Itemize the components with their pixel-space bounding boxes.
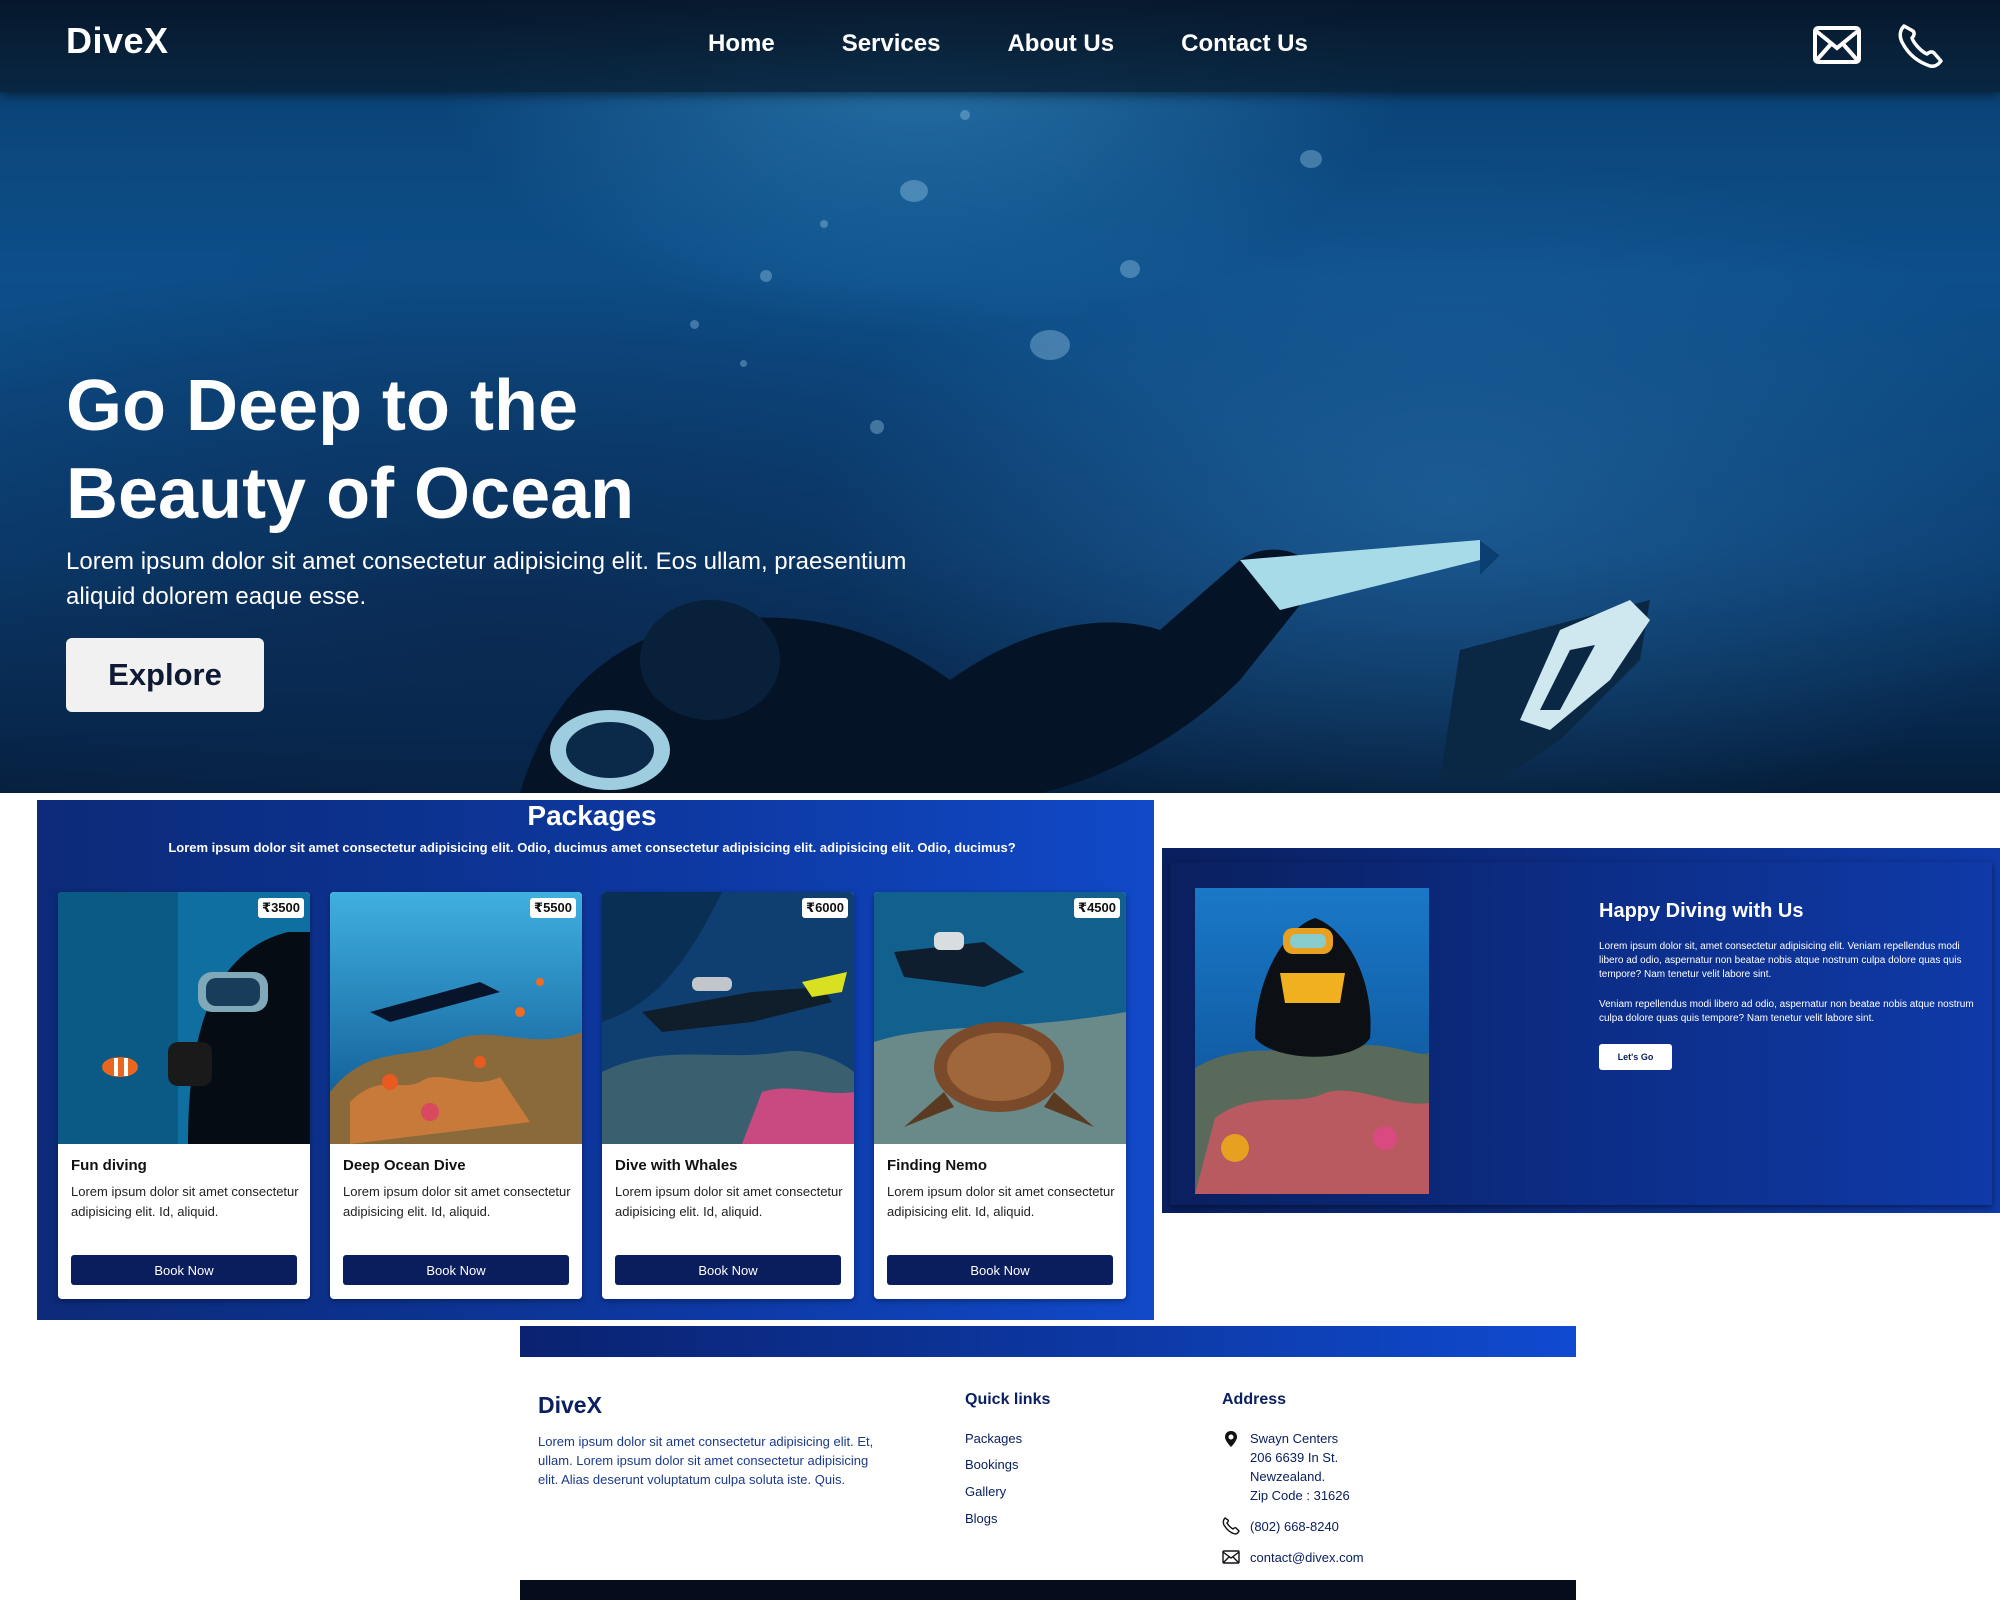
location-pin-icon bbox=[1225, 1431, 1237, 1447]
hero-heading-line1: Go Deep to the bbox=[66, 366, 579, 446]
package-description: Lorem ipsum dolor sit amet consectetur a… bbox=[615, 1184, 843, 1219]
hero-subtitle: Lorem ipsum dolor sit amet consectetur a… bbox=[66, 548, 907, 610]
nav-link-contact[interactable]: Contact Us bbox=[1181, 30, 1308, 58]
bubble bbox=[960, 110, 970, 120]
price-badge: ₹4500 bbox=[1074, 898, 1120, 918]
book-now-button[interactable]: Book Now bbox=[71, 1255, 297, 1285]
footer-description: Lorem ipsum dolor sit amet consectetur a… bbox=[538, 1434, 874, 1487]
explore-button[interactable]: Explore bbox=[66, 638, 264, 712]
hero-section: DiveX Home Services About Us Contact Us … bbox=[0, 0, 2000, 793]
phone-icon[interactable] bbox=[1896, 22, 1946, 68]
package-image: ₹6000 bbox=[602, 892, 854, 1144]
package-image: ₹3500 bbox=[58, 892, 310, 1144]
footer-link-blogs[interactable]: Blogs bbox=[965, 1511, 998, 1526]
about-paragraph-1: Lorem ipsum dolor sit, amet consectetur … bbox=[1599, 941, 1962, 980]
packages-title: Packages bbox=[527, 800, 657, 831]
nav-link-services[interactable]: Services bbox=[842, 30, 941, 58]
packages-section: Packages Lorem ipsum dolor sit amet cons… bbox=[37, 800, 1154, 1320]
package-image: ₹5500 bbox=[330, 892, 582, 1144]
bubble bbox=[1030, 330, 1070, 360]
footer-link-bookings[interactable]: Bookings bbox=[965, 1457, 1018, 1472]
bubble bbox=[1120, 260, 1140, 278]
address-line: Zip Code : 31626 bbox=[1250, 1488, 1350, 1503]
nav-link-about[interactable]: About Us bbox=[1007, 30, 1114, 58]
package-card: ₹3500 Fun diving Lorem ipsum dolor sit a… bbox=[58, 892, 310, 1299]
footer-bottom-bar bbox=[520, 1580, 1576, 1600]
bubble bbox=[690, 320, 699, 329]
footer-link-packages[interactable]: Packages bbox=[965, 1431, 1022, 1446]
lets-go-button[interactable]: Let's Go bbox=[1599, 1044, 1672, 1070]
packages-subtitle: Lorem ipsum dolor sit amet consectetur a… bbox=[168, 840, 1016, 855]
package-card: ₹5500 Deep Ocean Dive Lorem ipsum dolor … bbox=[330, 892, 582, 1299]
address-block: Swayn Centers 206 6639 In St. Newzealand… bbox=[1250, 1429, 1350, 1505]
about-title: Happy Diving with Us bbox=[1599, 900, 1804, 922]
about-image bbox=[1195, 888, 1429, 1194]
about-section: Happy Diving with Us Lorem ipsum dolor s… bbox=[1162, 848, 2000, 1213]
address-line: Newzealand. bbox=[1250, 1469, 1326, 1484]
bubble bbox=[760, 270, 772, 282]
price-badge: ₹6000 bbox=[802, 898, 848, 918]
package-description: Lorem ipsum dolor sit amet consectetur a… bbox=[887, 1184, 1115, 1219]
brand-logo[interactable]: DiveX bbox=[66, 20, 169, 62]
package-description: Lorem ipsum dolor sit amet consectetur a… bbox=[71, 1184, 299, 1219]
footer-phone[interactable]: (802) 668-8240 bbox=[1250, 1517, 1339, 1536]
price-badge: ₹3500 bbox=[258, 898, 304, 918]
book-now-button[interactable]: Book Now bbox=[887, 1255, 1113, 1285]
bubble bbox=[900, 180, 928, 202]
package-title: Deep Ocean Dive bbox=[343, 1157, 466, 1174]
package-image: ₹4500 bbox=[874, 892, 1126, 1144]
bubble bbox=[1300, 150, 1322, 168]
quick-links-heading: Quick links bbox=[965, 1391, 1051, 1408]
footer-logo[interactable]: DiveX bbox=[538, 1392, 602, 1419]
package-card: ₹4500 Finding Nemo Lorem ipsum dolor sit… bbox=[874, 892, 1126, 1299]
package-title: Dive with Whales bbox=[615, 1157, 738, 1174]
price-badge: ₹5500 bbox=[530, 898, 576, 918]
footer-email[interactable]: contact@divex.com bbox=[1250, 1548, 1364, 1567]
book-now-button[interactable]: Book Now bbox=[615, 1255, 841, 1285]
address-line: Swayn Centers bbox=[1250, 1431, 1339, 1446]
bubble bbox=[820, 220, 828, 228]
package-description: Lorem ipsum dolor sit amet consectetur a… bbox=[343, 1184, 571, 1219]
package-title: Fun diving bbox=[71, 1157, 147, 1174]
footer-link-gallery[interactable]: Gallery bbox=[965, 1484, 1006, 1499]
footer-top-band bbox=[520, 1326, 1576, 1357]
address-line: 206 6639 In St. bbox=[1250, 1450, 1339, 1465]
hero-heading-line2: Beauty of Ocean bbox=[66, 454, 635, 534]
nav-menu: Home Services About Us Contact Us bbox=[708, 30, 1375, 58]
nav-link-home[interactable]: Home bbox=[708, 30, 775, 58]
about-paragraph-2: Veniam repellendus modi libero ad odio, … bbox=[1599, 999, 1974, 1024]
package-title: Finding Nemo bbox=[887, 1157, 987, 1174]
bubble bbox=[870, 420, 884, 434]
top-navbar: DiveX Home Services About Us Contact Us bbox=[0, 0, 2000, 92]
hero-heading: Go Deep to the Beauty of Ocean bbox=[66, 362, 866, 538]
book-now-button[interactable]: Book Now bbox=[343, 1255, 569, 1285]
mail-icon bbox=[1222, 1550, 1240, 1564]
phone-icon bbox=[1222, 1517, 1240, 1535]
package-card: ₹6000 Dive with Whales Lorem ipsum dolor… bbox=[602, 892, 854, 1299]
address-heading: Address bbox=[1222, 1391, 1287, 1408]
mail-icon[interactable] bbox=[1812, 22, 1862, 68]
